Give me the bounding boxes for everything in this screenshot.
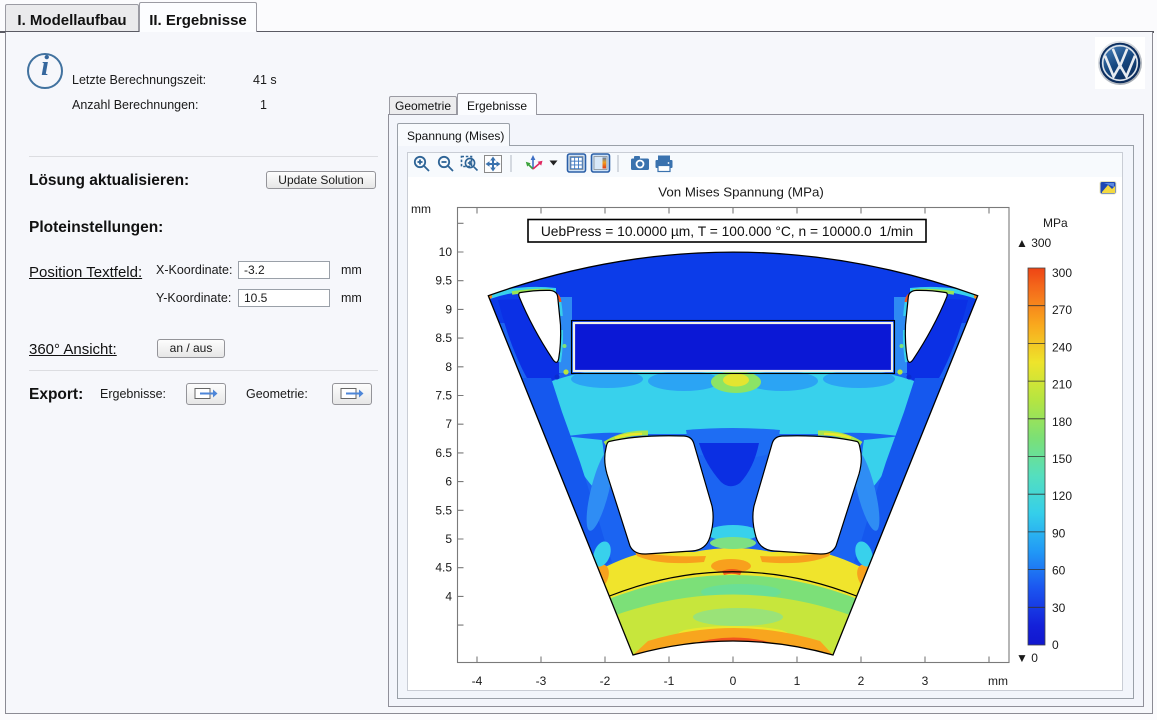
svg-text:180: 180 [1052,415,1072,429]
svg-text:-2: -2 [600,674,611,688]
svg-text:mm: mm [411,202,431,216]
svg-text:120: 120 [1052,489,1072,503]
svg-text:-3: -3 [536,674,547,688]
svg-text:150: 150 [1052,452,1072,466]
svg-text:4: 4 [445,589,452,603]
svg-text:2: 2 [858,674,865,688]
svg-text:mm: mm [988,674,1008,688]
svg-text:8: 8 [445,360,452,374]
svg-text:210: 210 [1052,378,1072,392]
svg-text:-1: -1 [664,674,675,688]
svg-text:3: 3 [922,674,929,688]
svg-text:7.5: 7.5 [435,389,452,403]
svg-text:8.5: 8.5 [435,331,452,345]
svg-text:Von Mises Spannung (MPa): Von Mises Spannung (MPa) [658,185,824,200]
svg-text:7: 7 [445,417,452,431]
svg-text:240: 240 [1052,340,1072,354]
svg-text:MPa: MPa [1043,216,1068,230]
svg-text:5.5: 5.5 [435,503,452,517]
svg-text:270: 270 [1052,303,1072,317]
svg-text:0: 0 [730,674,737,688]
svg-text:1: 1 [794,674,801,688]
svg-text:300: 300 [1052,266,1072,280]
svg-text:6: 6 [445,475,452,489]
svg-text:30: 30 [1052,601,1066,615]
svg-text:5: 5 [445,532,452,546]
svg-text:10: 10 [439,245,453,259]
svg-text:0: 0 [1052,638,1059,652]
svg-text:9.5: 9.5 [435,274,452,288]
svg-text:▼ 0: ▼ 0 [1016,651,1038,665]
svg-text:6.5: 6.5 [435,446,452,460]
svg-text:9: 9 [445,302,452,316]
svg-text:-4: -4 [472,674,483,688]
svg-text:60: 60 [1052,564,1066,578]
svg-text:▲ 300: ▲ 300 [1016,236,1052,250]
svg-text:UebPress = 10.0000 µm, T = 100: UebPress = 10.0000 µm, T = 100.000 °C, n… [541,224,913,239]
svg-text:90: 90 [1052,526,1066,540]
svg-text:4.5: 4.5 [435,561,452,575]
